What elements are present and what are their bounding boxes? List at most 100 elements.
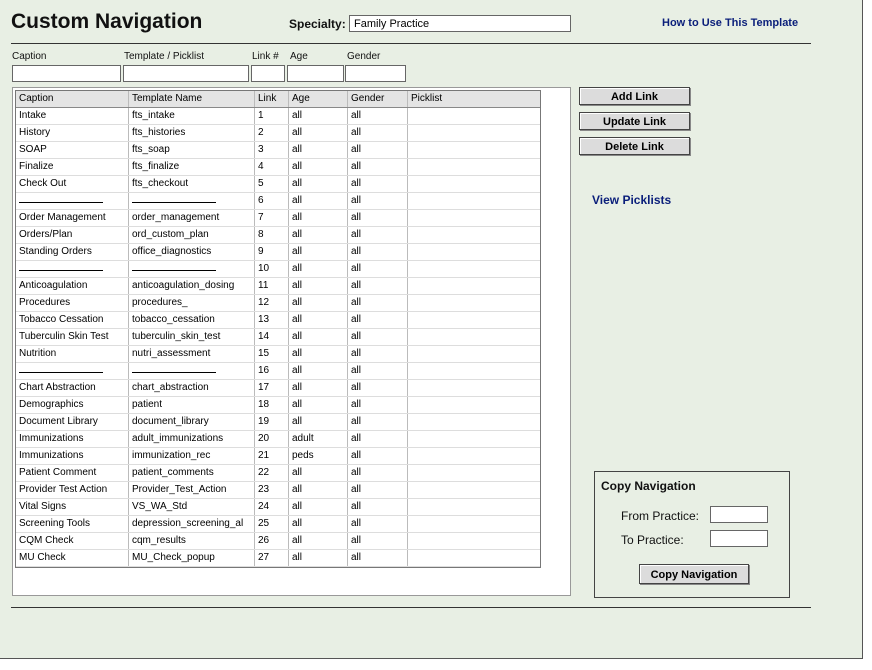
- from-practice-input[interactable]: [710, 506, 768, 523]
- cell-gender: all: [348, 363, 408, 379]
- cell-link: 23: [255, 482, 289, 498]
- cell-caption: Tuberculin Skin Test: [16, 329, 129, 345]
- cell-gender: all: [348, 533, 408, 549]
- table-row[interactable]: Patient Comment patient_comments 22 all all: [16, 465, 540, 482]
- cell-link: 24: [255, 499, 289, 515]
- to-practice-input[interactable]: [710, 530, 768, 547]
- view-picklists-link[interactable]: View Picklists: [592, 193, 671, 207]
- table-row[interactable]: SOAP fts_soap 3 all all: [16, 142, 540, 159]
- cell-link: 6: [255, 193, 289, 209]
- cell-template-name: order_management: [129, 210, 255, 226]
- column-header-gender[interactable]: Gender: [348, 91, 408, 107]
- cell-age: all: [289, 482, 348, 498]
- table-row[interactable]: Intake fts_intake 1 all all: [16, 108, 540, 125]
- cell-caption: Vital Signs: [16, 499, 129, 515]
- table-row[interactable]: Tobacco Cessation tobacco_cessation 13 all a…: [16, 312, 540, 329]
- column-header-template-name[interactable]: Template Name: [129, 91, 255, 107]
- table-row[interactable]: Anticoagulation anticoagulation_dosing 11 a…: [16, 278, 540, 295]
- table-row[interactable]: Document Library document_library 19 all all: [16, 414, 540, 431]
- table-row[interactable]: Provider Test Action Provider_Test_Action…: [16, 482, 540, 499]
- cell-caption: Procedures: [16, 295, 129, 311]
- cell-template-name: fts_soap: [129, 142, 255, 158]
- cell-template-name: procedures_: [129, 295, 255, 311]
- column-header-picklist[interactable]: Picklist: [408, 91, 540, 107]
- separator-line: [19, 363, 103, 373]
- cell-link: 11: [255, 278, 289, 294]
- cell-template-name: adult_immunizations: [129, 431, 255, 447]
- how-to-use-link[interactable]: How to Use This Template: [662, 17, 798, 29]
- cell-gender: all: [348, 176, 408, 192]
- specialty-field[interactable]: Family Practice: [349, 15, 571, 32]
- table-row[interactable]: Finalize fts_finalize 4 all all: [16, 159, 540, 176]
- cell-link: 19: [255, 414, 289, 430]
- update-link-button[interactable]: Update Link: [579, 112, 690, 130]
- caption-input[interactable]: [12, 65, 121, 82]
- gender-input[interactable]: [345, 65, 406, 82]
- add-link-button[interactable]: Add Link: [579, 87, 690, 105]
- table-row[interactable]: Immunizations adult_immunizations 20 adult a…: [16, 431, 540, 448]
- column-header-link[interactable]: Link: [255, 91, 289, 107]
- caption-label: Caption: [12, 51, 47, 62]
- cell-age: all: [289, 516, 348, 532]
- cell-age: all: [289, 244, 348, 260]
- separator-line: [132, 363, 216, 373]
- navigation-table: Caption Template Name Link Age Gender Picklis…: [15, 90, 541, 568]
- cell-age: all: [289, 125, 348, 141]
- cell-gender: all: [348, 499, 408, 515]
- table-row[interactable]: Demographics patient 18 all all: [16, 397, 540, 414]
- column-header-caption[interactable]: Caption: [16, 91, 129, 107]
- cell-link: 14: [255, 329, 289, 345]
- copy-navigation-button[interactable]: Copy Navigation: [639, 564, 749, 584]
- cell-caption: SOAP: [16, 142, 129, 158]
- cell-gender: all: [348, 210, 408, 226]
- table-row[interactable]: Nutrition nutri_assessment 15 all all: [16, 346, 540, 363]
- cell-gender: all: [348, 312, 408, 328]
- table-row[interactable]: Procedures procedures_ 12 all all: [16, 295, 540, 312]
- cell-caption: Provider Test Action: [16, 482, 129, 498]
- cell-template-name: fts_histories: [129, 125, 255, 141]
- table-row[interactable]: Standing Orders office_diagnostics 9 all all: [16, 244, 540, 261]
- age-input[interactable]: [287, 65, 344, 82]
- cell-age: all: [289, 550, 348, 566]
- table-row[interactable]: Immunizations immunization_rec 21 peds all: [16, 448, 540, 465]
- delete-link-button[interactable]: Delete Link: [579, 137, 690, 155]
- cell-gender: all: [348, 380, 408, 396]
- table-row[interactable]: Vital Signs VS_WA_Std 24 all all: [16, 499, 540, 516]
- table-row[interactable]: Check Out fts_checkout 5 all all: [16, 176, 540, 193]
- cell-picklist: [408, 431, 540, 447]
- cell-picklist: [408, 380, 540, 396]
- link-number-input[interactable]: [251, 65, 285, 82]
- table-row[interactable]: Orders/Plan ord_custom_plan 8 all all: [16, 227, 540, 244]
- cell-picklist: [408, 312, 540, 328]
- table-row[interactable]: Chart Abstraction chart_abstraction 17 all a…: [16, 380, 540, 397]
- table-row[interactable]: MU Check MU_Check_popup 27 all all: [16, 550, 540, 567]
- table-row[interactable]: 6 all all: [16, 193, 540, 210]
- cell-gender: all: [348, 431, 408, 447]
- cell-picklist: [408, 363, 540, 379]
- cell-gender: all: [348, 244, 408, 260]
- table-row[interactable]: Tuberculin Skin Test tuberculin_skin_test…: [16, 329, 540, 346]
- cell-picklist: [408, 159, 540, 175]
- cell-link: 15: [255, 346, 289, 362]
- cell-template-name: Provider_Test_Action: [129, 482, 255, 498]
- column-header-age[interactable]: Age: [289, 91, 348, 107]
- bottom-divider: [11, 607, 811, 608]
- cell-template-name: VS_WA_Std: [129, 499, 255, 515]
- cell-template-name: office_diagnostics: [129, 244, 255, 260]
- cell-picklist: [408, 210, 540, 226]
- page-title: Custom Navigation: [11, 10, 203, 33]
- cell-gender: all: [348, 159, 408, 175]
- navigation-table-panel[interactable]: Caption Template Name Link Age Gender Picklis…: [12, 87, 571, 596]
- template-input[interactable]: [123, 65, 249, 82]
- cell-age: all: [289, 499, 348, 515]
- table-row[interactable]: Order Management order_management 7 all all: [16, 210, 540, 227]
- table-row[interactable]: CQM Check cqm_results 26 all all: [16, 533, 540, 550]
- cell-age: all: [289, 142, 348, 158]
- cell-link: 9: [255, 244, 289, 260]
- table-row[interactable]: Screening Tools depression_screening_al 25…: [16, 516, 540, 533]
- cell-picklist: [408, 278, 540, 294]
- table-row[interactable]: 10 all all: [16, 261, 540, 278]
- table-row[interactable]: History fts_histories 2 all all: [16, 125, 540, 142]
- table-row[interactable]: 16 all all: [16, 363, 540, 380]
- separator-line: [132, 193, 216, 203]
